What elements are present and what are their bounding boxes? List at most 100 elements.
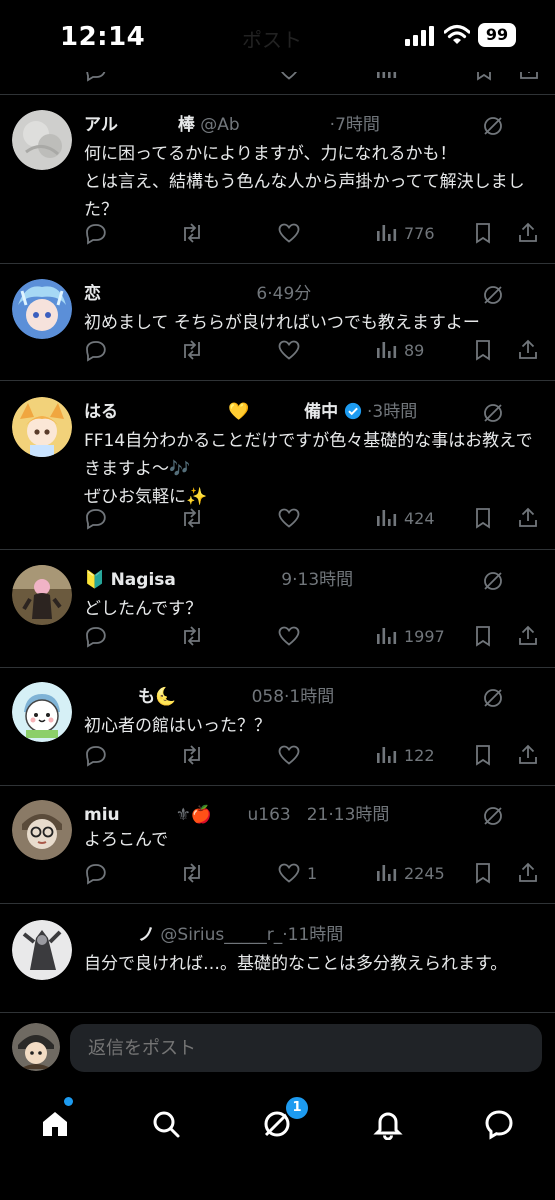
timestamp[interactable]: ·3時間 [367,402,417,422]
handle[interactable]: @Ab [200,115,239,135]
repost-button[interactable] [179,218,205,248]
bookmark-button[interactable] [471,218,495,248]
views-button[interactable]: 1997 [374,621,445,651]
bookmark-button[interactable] [471,740,495,770]
views-button[interactable]: 776 [374,218,435,248]
bell-icon [373,1112,403,1140]
timestamp[interactable]: 6·49分 [256,284,311,304]
repost-icon [184,745,200,765]
display-name[interactable]: Nagisa [111,570,176,590]
repost-button[interactable] [179,858,205,888]
reply-button[interactable] [84,218,108,248]
repost-button[interactable] [179,335,205,365]
repost-button[interactable] [179,621,205,651]
avatar[interactable] [12,397,72,457]
handle[interactable]: @Sirius_____r_ [160,925,282,945]
handle[interactable]: u163 [247,805,290,825]
faded-page-title: ポスト [242,28,302,52]
share-button[interactable] [516,858,540,888]
views-button[interactable]: 122 [374,740,435,770]
repost-icon [184,223,200,243]
share-button[interactable] [516,335,540,365]
views-icon [377,747,397,763]
avatar[interactable] [12,110,72,170]
like-button[interactable] [277,503,307,533]
reply-tweet[interactable]: アル 棒 @Ab ·7時間 何に困ってるかによりますが、力になれるかも！ とは言え、… [0,102,555,262]
reply-button[interactable] [84,858,108,888]
reply-tweet[interactable]: miu ⚜🍎 u163 21·13時間 よろこんで 1 2245 [0,792,555,902]
display-name[interactable]: はる [84,402,118,422]
bookmark-button[interactable] [471,503,495,533]
reply-tweet[interactable]: 恋 6·49分 初めまして そちらが良ければいつでも教えますよー 89 [0,271,555,379]
like-button[interactable] [277,621,307,651]
reply-input[interactable] [70,1024,542,1072]
timestamp[interactable]: 21·13時間 [307,805,390,825]
like-button[interactable] [277,740,307,770]
like-button[interactable]: 1 [277,858,317,888]
share-icon [519,507,537,527]
views-icon [377,628,397,644]
share-button[interactable] [516,503,540,533]
grok-icon[interactable] [481,686,505,710]
timestamp[interactable]: ·7時間 [330,115,380,135]
timestamp[interactable]: ·1時間 [284,687,334,707]
avatar[interactable] [12,279,72,339]
reply-tweet[interactable]: ノ @Sirius_____r_·11時間 自分で良ければ…。基礎的なことは多分… [0,912,555,1012]
share-icon [519,625,537,645]
grok-icon[interactable] [481,804,505,828]
display-name[interactable]: miu [84,805,120,825]
like-button[interactable] [277,335,307,365]
views-button[interactable]: 2245 [374,858,445,888]
share-button[interactable] [516,740,540,770]
reply-tweet[interactable]: はる 💛 備中 ·3時間 FF14自分わかることだけですが色々基礎的な事はお教えでき… [0,389,555,549]
avatar[interactable] [12,565,72,625]
reply-text: 初めまして そちらが良ければいつでも教えますよー [84,313,480,333]
bookmark-icon [476,863,490,884]
user-avatar[interactable] [12,1023,60,1071]
avatar[interactable] [12,682,72,742]
tab-messages[interactable] [474,1099,524,1149]
views-count: 424 [404,508,435,528]
divider [0,903,555,904]
share-button[interactable] [516,621,540,651]
reply-text: 何に困ってるかによりますが、力になれるかも！ とは言え、結構もう色んな人から声掛… [84,144,525,220]
signal-icon [405,26,434,46]
repost-button[interactable] [179,740,205,770]
reply-button[interactable] [84,740,108,770]
divider [0,549,555,550]
timestamp[interactable]: ·11時間 [282,925,343,945]
bookmark-button[interactable] [471,335,495,365]
timestamp[interactable]: 9·13時間 [281,570,353,590]
avatar[interactable] [12,920,72,980]
avatar[interactable] [12,800,72,860]
bookmark-button[interactable] [471,621,495,651]
repost-button[interactable] [179,503,205,533]
grok-icon[interactable] [481,569,505,593]
tab-search[interactable] [141,1099,191,1149]
tab-notifications[interactable] [363,1099,413,1149]
share-button[interactable] [516,218,540,248]
like-icon [278,508,300,528]
tab-home[interactable] [30,1099,80,1149]
display-name[interactable]: 恋 [84,284,101,304]
grok-icon[interactable] [481,114,505,138]
display-name[interactable]: も [138,687,155,707]
reply-tweet[interactable]: 🔰 Nagisa 9·13時間 どしたんです？ 1997 [0,557,555,667]
reply-button[interactable] [84,335,108,365]
reply-tweet[interactable]: も🌜 058·1時間 初心者の館はいった？？ 122 [0,674,555,784]
share-icon [519,222,537,242]
display-name[interactable]: ノ [138,925,155,945]
reply-icon [86,864,106,885]
views-button[interactable]: 89 [374,335,424,365]
reply-button[interactable] [84,621,108,651]
reply-text: どしたんです？ [84,599,203,619]
display-name[interactable]: アル [84,115,118,135]
reply-button[interactable] [84,503,108,533]
handle[interactable]: 058 [252,687,284,707]
views-count: 122 [404,745,435,765]
grok-icon[interactable] [481,283,505,307]
grok-icon[interactable] [481,401,505,425]
views-button[interactable]: 424 [374,503,435,533]
bookmark-button[interactable] [471,858,495,888]
like-button[interactable] [277,218,307,248]
